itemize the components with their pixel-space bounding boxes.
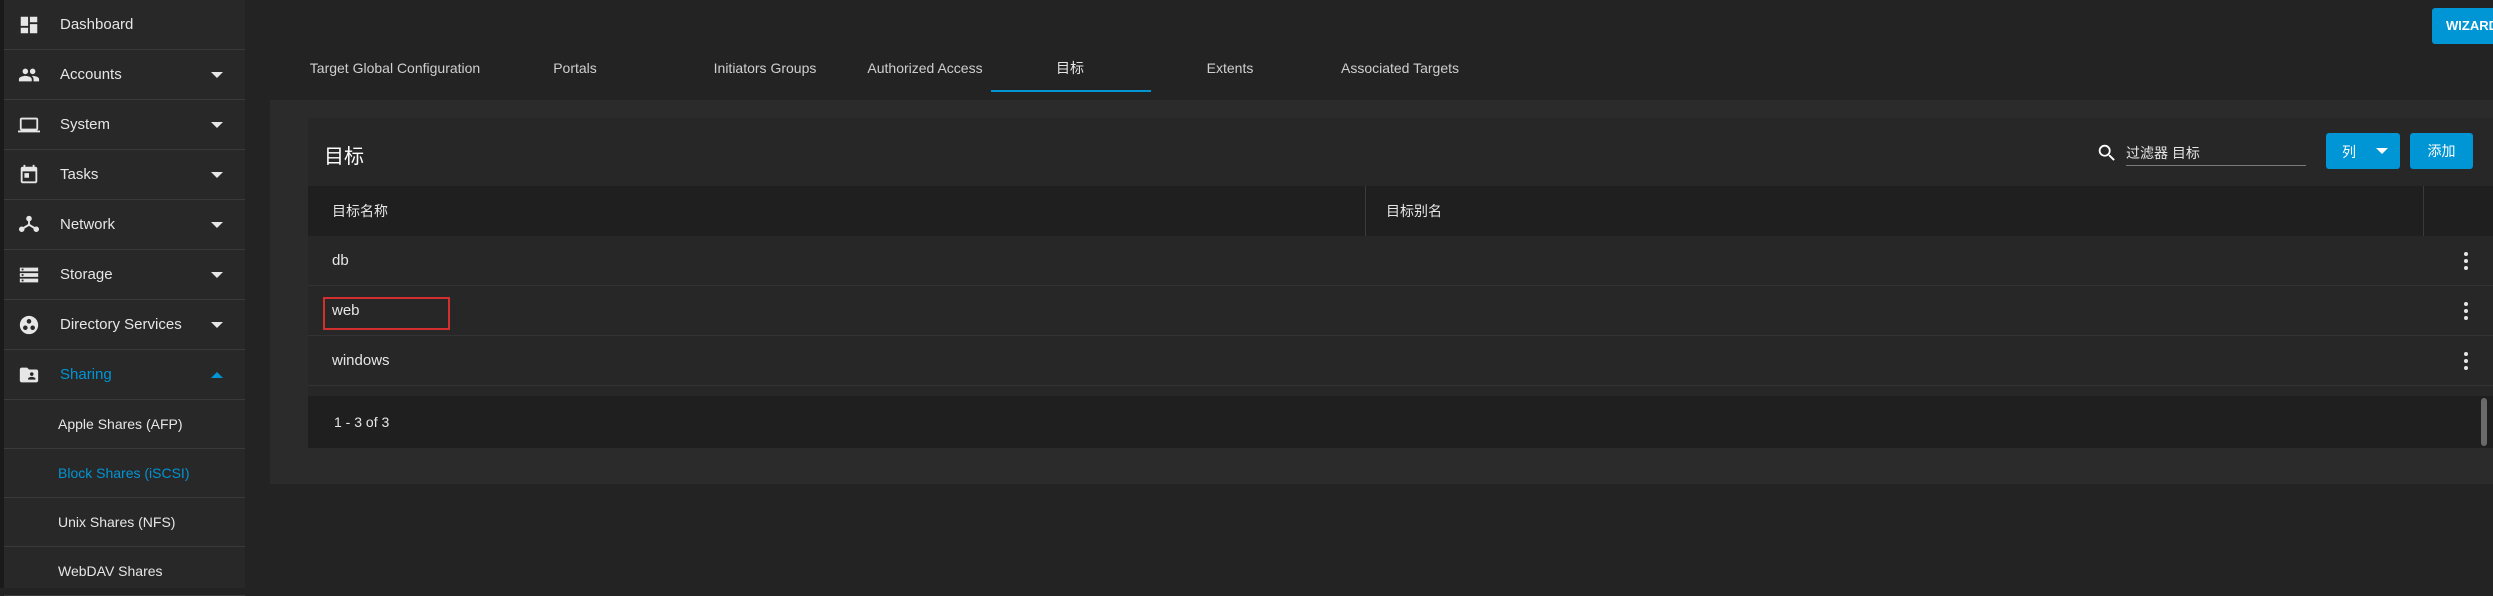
tab-target-global-configuration[interactable]: Target Global Configuration — [290, 44, 500, 92]
active-tab-indicator — [991, 90, 1151, 92]
more-vert-icon[interactable] — [2461, 299, 2471, 323]
dashboard-icon — [18, 14, 40, 36]
chevron-down-icon — [211, 171, 223, 178]
sidebar-item-sharing[interactable]: Sharing — [4, 350, 245, 400]
column-divider — [2423, 186, 2424, 236]
tab-bar: Target Global Configuration Portals Init… — [290, 44, 1490, 92]
columns-button-label: 列 — [2342, 144, 2356, 160]
pagination-range: 1 - 3 of 3 — [334, 414, 390, 430]
tab-initiators-groups[interactable]: Initiators Groups — [670, 44, 860, 92]
sidebar-item-label: Sharing — [60, 366, 112, 383]
sidebar-item-label: Tasks — [60, 166, 99, 183]
sidebar: Dashboard Accounts System Tasks Network … — [0, 0, 245, 596]
scrollbar[interactable] — [2481, 398, 2487, 446]
wizard-button[interactable]: WIZARD — [2432, 8, 2493, 44]
sidebar-item-storage[interactable]: Storage — [4, 250, 245, 300]
sidebar-item-directory-services[interactable]: Directory Services — [4, 300, 245, 350]
sidebar-item-system[interactable]: System — [4, 100, 245, 150]
tab-extents[interactable]: Extents — [1150, 44, 1310, 92]
chevron-down-icon — [211, 71, 223, 78]
folder-shared-icon — [18, 364, 40, 386]
columns-button[interactable]: 列 — [2326, 133, 2400, 169]
sidebar-subitem-afp[interactable]: Apple Shares (AFP) — [4, 400, 245, 449]
sidebar-item-network[interactable]: Network — [4, 200, 245, 250]
chevron-down-icon — [211, 321, 223, 328]
column-header-target-name[interactable]: 目标名称 — [332, 186, 388, 236]
sidebar-subitem-label: WebDAV Shares — [58, 563, 163, 579]
sidebar-item-label: Accounts — [60, 66, 122, 83]
laptop-icon — [18, 114, 40, 136]
sidebar-item-dashboard[interactable]: Dashboard — [4, 0, 245, 50]
sidebar-item-label: System — [60, 116, 111, 133]
panel-title: 目标 — [324, 146, 364, 168]
people-icon — [18, 64, 40, 86]
sidebar-item-label: Dashboard — [60, 16, 134, 33]
sidebar-subitem-nfs[interactable]: Unix Shares (NFS) — [4, 498, 245, 547]
chevron-down-icon — [211, 271, 223, 278]
storage-icon — [18, 264, 40, 286]
sidebar-item-tasks[interactable]: Tasks — [4, 150, 245, 200]
selection-highlight — [323, 297, 450, 330]
directory-icon — [18, 314, 40, 336]
sidebar-item-label: Directory Services — [60, 316, 182, 333]
sidebar-subitem-label: Unix Shares (NFS) — [58, 514, 176, 530]
tab-targets[interactable]: 目标 — [990, 44, 1150, 92]
column-divider — [1365, 186, 1366, 236]
more-vert-icon[interactable] — [2461, 349, 2471, 373]
calendar-icon — [18, 164, 40, 186]
table-header: 目标名称 目标别名 — [308, 186, 2493, 236]
add-button[interactable]: 添加 — [2410, 133, 2473, 169]
chevron-up-icon — [211, 371, 223, 378]
target-name-cell: windows — [332, 352, 390, 369]
sidebar-item-label: Storage — [60, 266, 113, 283]
table-row[interactable]: db — [308, 236, 2493, 286]
chevron-down-icon — [211, 121, 223, 128]
tab-authorized-access[interactable]: Authorized Access — [835, 44, 1015, 92]
tab-portals[interactable]: Portals — [510, 44, 640, 92]
sidebar-subitem-webdav[interactable]: WebDAV Shares — [4, 547, 245, 596]
chevron-down-icon — [211, 221, 223, 228]
sidebar-item-accounts[interactable]: Accounts — [4, 50, 245, 100]
table-row[interactable]: web — [308, 286, 2493, 336]
column-header-target-alias[interactable]: 目标别名 — [1386, 186, 1442, 236]
filter-input[interactable] — [2126, 140, 2306, 166]
table-row[interactable]: windows — [308, 336, 2493, 386]
network-icon — [18, 214, 40, 236]
sidebar-subitem-iscsi[interactable]: Block Shares (iSCSI) — [4, 449, 245, 498]
sidebar-subitem-label: Block Shares (iSCSI) — [58, 465, 190, 481]
sidebar-item-label: Network — [60, 216, 116, 233]
more-vert-icon[interactable] — [2461, 249, 2471, 273]
search-icon[interactable] — [2096, 142, 2118, 164]
chevron-down-icon — [2376, 148, 2388, 154]
tab-associated-targets[interactable]: Associated Targets — [1310, 44, 1490, 92]
table-footer: 1 - 3 of 3 — [308, 396, 2493, 448]
sidebar-subitem-label: Apple Shares (AFP) — [58, 416, 183, 432]
target-name-cell: db — [332, 252, 349, 269]
